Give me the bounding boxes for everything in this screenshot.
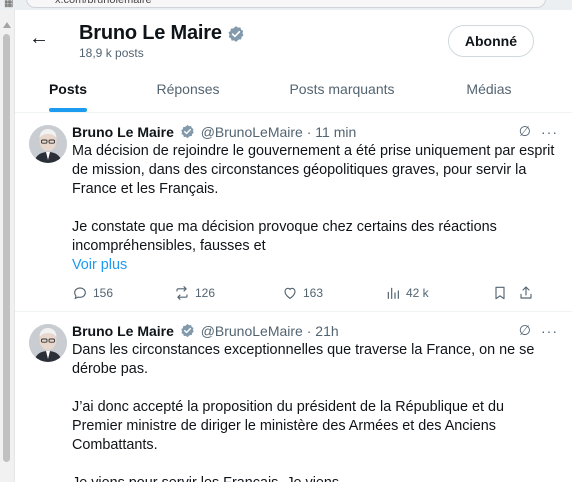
repost-count: 126 [195,286,216,300]
post-line: Je constate que ma décision provoque che… [72,219,497,235]
heart-icon [284,287,296,299]
post-line: J’ai donc accepté la proposition du prés… [72,399,505,415]
profile-timeline: ← Bruno Le Maire 18,9 k posts Abonné Pos… [15,10,572,482]
verified-badge-icon [228,25,244,42]
author-name[interactable]: Bruno Le Maire [72,323,174,339]
tab-label: Réponses [156,81,220,97]
scrollbar-thumb[interactable] [3,34,10,462]
more-options-icon[interactable]: ··· [541,323,558,339]
post[interactable]: Bruno Le Maire @BrunoLeMaire · 21h ∅ ···… [15,312,572,482]
profile-photo [29,324,67,362]
post-line: de mission, dans des circonstances géopo… [72,162,527,178]
post-line: dérobe pas. [72,361,149,377]
repost-button[interactable]: 126 [174,285,215,301]
reply-button[interactable]: 156 [72,285,113,301]
post-content: Bruno Le Maire @BrunoLeMaire · 21h ∅ ···… [72,322,558,482]
post-line: France et les Français. [72,181,219,197]
profile-name-row: Bruno Le Maire [79,22,245,45]
views-chart-icon [387,287,399,299]
author-handle-time[interactable]: @BrunoLeMaire · 11 min [201,124,357,140]
active-tab-indicator [49,108,87,112]
share-icon [520,286,532,299]
reply-icon [74,287,86,300]
following-button[interactable]: Abonné [447,25,534,57]
tab-label: Médias [466,81,512,97]
tab-label: Posts marquants [289,81,395,97]
post-action-bar: 156 126 163 42 k [72,285,558,305]
verified-badge-icon [181,323,194,338]
post-text: Dans les circonstances exceptionnelles q… [72,341,558,482]
post-content: Bruno Le Maire @BrunoLeMaire · 11 min ∅ … [72,123,558,305]
tab-label: Posts [48,81,88,97]
share-button[interactable] [518,285,534,301]
grok-icon[interactable]: ∅ [519,123,531,140]
post-top-actions: ∅ ··· [519,322,558,339]
post-meta: Bruno Le Maire @BrunoLeMaire · 11 min [72,123,558,141]
tab-replies[interactable]: Réponses [145,66,231,112]
post-line: Combattants. [72,437,158,453]
tab-highlights[interactable]: Posts marquants [277,66,407,112]
more-options-icon[interactable]: ··· [541,124,558,140]
post-line: incompréhensibles, fausses et [72,238,266,254]
post-line: Dans les circonstances exceptionnelles q… [72,342,535,358]
scroll-up-arrow-icon[interactable] [3,22,11,28]
profile-name: Bruno Le Maire [79,22,222,44]
bookmark-button[interactable] [492,285,508,301]
author-handle-time[interactable]: @BrunoLeMaire · 21h [201,323,339,339]
tab-media[interactable]: Médias [459,66,519,112]
reply-count: 156 [93,286,114,300]
address-bar[interactable]: x.com/brunolemaire [26,0,546,8]
profile-header: ← Bruno Le Maire 18,9 k posts Abonné [15,10,572,66]
post-line: Ma décision de rejoindre le gouvernement… [72,143,555,159]
post-count: 18,9 k posts [79,46,144,60]
scrollbar[interactable] [0,10,15,482]
back-arrow-icon[interactable]: ← [29,28,49,48]
repost-icon [176,286,188,300]
browser-toolbar: ▦ x.com/brunolemaire [0,0,572,10]
verified-badge-icon [181,124,194,139]
avatar[interactable] [29,324,67,362]
post[interactable]: Bruno Le Maire @BrunoLeMaire · 11 min ∅ … [15,113,572,312]
like-button[interactable]: 163 [282,285,323,301]
post-line: Premier ministre de diriger le ministère… [72,418,496,434]
post-meta: Bruno Le Maire @BrunoLeMaire · 21h [72,322,558,340]
like-count: 163 [303,286,324,300]
show-more-link[interactable]: Voir plus [72,256,558,275]
profile-tabs: Posts Réponses Posts marquants Médias [15,66,572,113]
views-button[interactable]: 42 k [385,285,429,301]
view-count: 42 k [406,286,429,300]
grok-icon[interactable]: ∅ [519,322,531,339]
post-text: Ma décision de rejoindre le gouvernement… [72,142,558,256]
bookmark-icon [495,286,505,300]
profile-photo [29,125,67,163]
tab-posts[interactable]: Posts [35,66,101,112]
avatar[interactable] [29,125,67,163]
post-top-actions: ∅ ··· [519,123,558,140]
apps-grid-icon[interactable]: ▦ [4,0,13,9]
author-name[interactable]: Bruno Le Maire [72,124,174,140]
post-line: Je viens pour servir les Français. Je vi… [72,474,558,482]
